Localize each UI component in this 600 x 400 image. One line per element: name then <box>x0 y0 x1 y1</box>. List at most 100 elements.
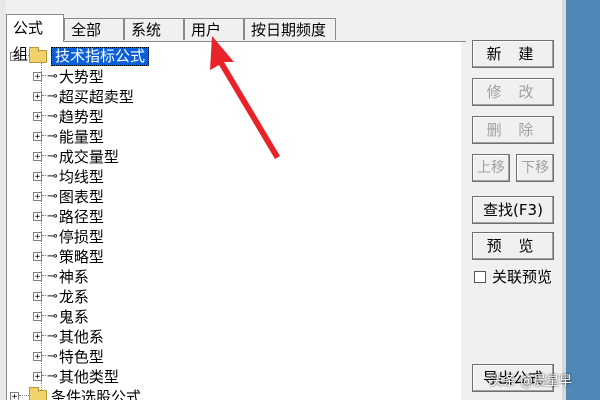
key-icon: ⊸ <box>47 108 58 124</box>
new-button[interactable]: 新 建 <box>472 40 554 68</box>
tab-formula-group[interactable]: 公式组 <box>6 14 64 63</box>
tree-item-label: 特色型 <box>58 347 104 366</box>
linked-preview-label: 关联预览 <box>492 268 553 286</box>
folder-icon <box>29 386 47 400</box>
tree-item[interactable]: + ⊸ 策略型 <box>33 246 104 266</box>
move-down-button[interactable]: 下移 <box>516 154 554 182</box>
move-up-button[interactable]: 上移 <box>472 154 510 182</box>
key-icon: ⊸ <box>47 128 58 144</box>
watermark: 头条 @晨星早 <box>490 374 573 389</box>
key-icon: ⊸ <box>47 268 58 284</box>
tab-by-date-frequency[interactable]: 按日期频度 <box>244 18 336 40</box>
expand-icon[interactable]: + <box>33 371 42 381</box>
tree-connector <box>42 155 46 157</box>
tree-item-label: 趋势型 <box>58 107 104 126</box>
tree-item[interactable]: + ⊸ 成交量型 <box>33 146 119 166</box>
find-button[interactable]: 查找(F3) <box>472 196 554 224</box>
expand-icon[interactable]: + <box>33 131 42 141</box>
tree-item[interactable]: + ⊸ 均线型 <box>33 166 104 186</box>
tab-all[interactable]: 全部 <box>64 18 124 40</box>
expand-icon[interactable]: + <box>33 71 42 81</box>
background-window-edge <box>566 0 600 400</box>
key-icon: ⊸ <box>47 348 58 364</box>
linked-preview-checkbox[interactable] <box>474 270 486 283</box>
key-icon: ⊸ <box>47 68 58 84</box>
tree-item-label: 能量型 <box>58 127 104 146</box>
tree-item[interactable]: + ⊸ 大势型 <box>33 66 104 86</box>
expand-icon[interactable]: + <box>33 171 42 181</box>
tab-bar: 公式组 全部 系统 用户 按日期频度 <box>6 14 336 63</box>
tree-item-label: 超买超卖型 <box>58 87 134 106</box>
tree-item-label: 图表型 <box>58 187 104 206</box>
tree-item[interactable]: + ⊸ 超买超卖型 <box>33 86 134 106</box>
tree-root-label: 技术指标公式 <box>51 46 150 66</box>
tree-item[interactable]: + ⊸ 龙系 <box>33 286 89 306</box>
key-icon: ⊸ <box>47 208 58 224</box>
tree-connector <box>42 115 46 117</box>
tree-connector <box>42 195 46 197</box>
expand-icon[interactable]: + <box>33 211 42 221</box>
tree-item[interactable]: + ⊸ 趋势型 <box>33 106 104 126</box>
key-icon: ⊸ <box>47 168 58 184</box>
expand-icon[interactable]: + <box>33 251 42 261</box>
tree-connector <box>42 375 46 377</box>
edit-button[interactable]: 修 改 <box>472 78 554 106</box>
tree-item[interactable]: + ⊸ 图表型 <box>33 186 104 206</box>
expand-icon[interactable]: + <box>33 151 42 161</box>
expand-icon[interactable]: + <box>10 391 19 400</box>
key-icon: ⊸ <box>47 368 58 384</box>
expand-icon[interactable]: + <box>33 91 42 101</box>
tree-item[interactable]: + ⊸ 其他系 <box>33 326 104 346</box>
tree-item-label: 其他系 <box>58 327 104 346</box>
key-icon: ⊸ <box>47 228 58 244</box>
preview-button[interactable]: 预 览 <box>472 232 554 260</box>
tree-item-label: 鬼系 <box>58 307 89 326</box>
delete-button[interactable]: 删 除 <box>472 116 554 144</box>
expand-icon[interactable]: + <box>33 191 42 201</box>
expand-icon[interactable]: + <box>33 311 42 321</box>
tree-connector <box>42 355 46 357</box>
key-icon: ⊸ <box>47 188 58 204</box>
key-icon: ⊸ <box>47 88 58 104</box>
tree-connector <box>42 295 46 297</box>
tree-connector <box>42 235 46 237</box>
expand-icon[interactable]: + <box>33 111 42 121</box>
tab-user[interactable]: 用户 <box>184 18 244 40</box>
tree-item[interactable]: + ⊸ 路径型 <box>33 206 104 226</box>
key-icon: ⊸ <box>47 248 58 264</box>
tree-item-label: 神系 <box>58 267 89 286</box>
tree-item[interactable]: + ⊸ 神系 <box>33 266 89 286</box>
tree-item[interactable]: + ⊸ 能量型 <box>33 126 104 146</box>
tree-item[interactable]: + ⊸ 其他类型 <box>33 366 119 386</box>
tree-item-label: 策略型 <box>58 247 104 266</box>
tree-root-stock-screening[interactable]: + 条件选股公式 <box>10 386 141 400</box>
expand-icon[interactable]: + <box>33 231 42 241</box>
expand-icon[interactable]: + <box>33 271 42 281</box>
tree-item[interactable]: + ⊸ 特色型 <box>33 346 104 366</box>
tree-item-label: 大势型 <box>58 67 104 86</box>
tree-root-technical-indicators[interactable]: − 技术指标公式 <box>10 46 150 66</box>
tree-item[interactable]: + ⊸ 停损型 <box>33 226 104 246</box>
folder-icon <box>29 46 47 63</box>
expand-icon[interactable]: + <box>33 351 42 361</box>
tree-item-label: 其他类型 <box>58 367 119 386</box>
tree-connector <box>42 275 46 277</box>
tree-connector <box>42 315 46 317</box>
tree-connector <box>42 335 46 337</box>
key-icon: ⊸ <box>47 148 58 164</box>
expand-icon[interactable]: + <box>33 331 42 341</box>
key-icon: ⊸ <box>47 328 58 344</box>
tree-item-label: 停损型 <box>58 227 104 246</box>
formula-tree[interactable]: − 技术指标公式 +⊸大势型+⊸超买超卖型+⊸趋势型+⊸能量型+⊸成交量型+⊸均… <box>6 42 461 400</box>
key-icon: ⊸ <box>47 288 58 304</box>
tree-connector <box>42 215 46 217</box>
tree-item-label: 路径型 <box>58 207 104 226</box>
key-icon: ⊸ <box>47 308 58 324</box>
tree-item[interactable]: + ⊸ 鬼系 <box>33 306 89 326</box>
tree-connector <box>42 255 46 257</box>
tree-connector <box>19 395 29 397</box>
linked-preview-option[interactable]: 关联预览 <box>474 266 552 287</box>
expand-icon[interactable]: + <box>33 291 42 301</box>
tab-system[interactable]: 系统 <box>124 18 184 40</box>
tree-root-label: 条件选股公式 <box>51 387 142 400</box>
